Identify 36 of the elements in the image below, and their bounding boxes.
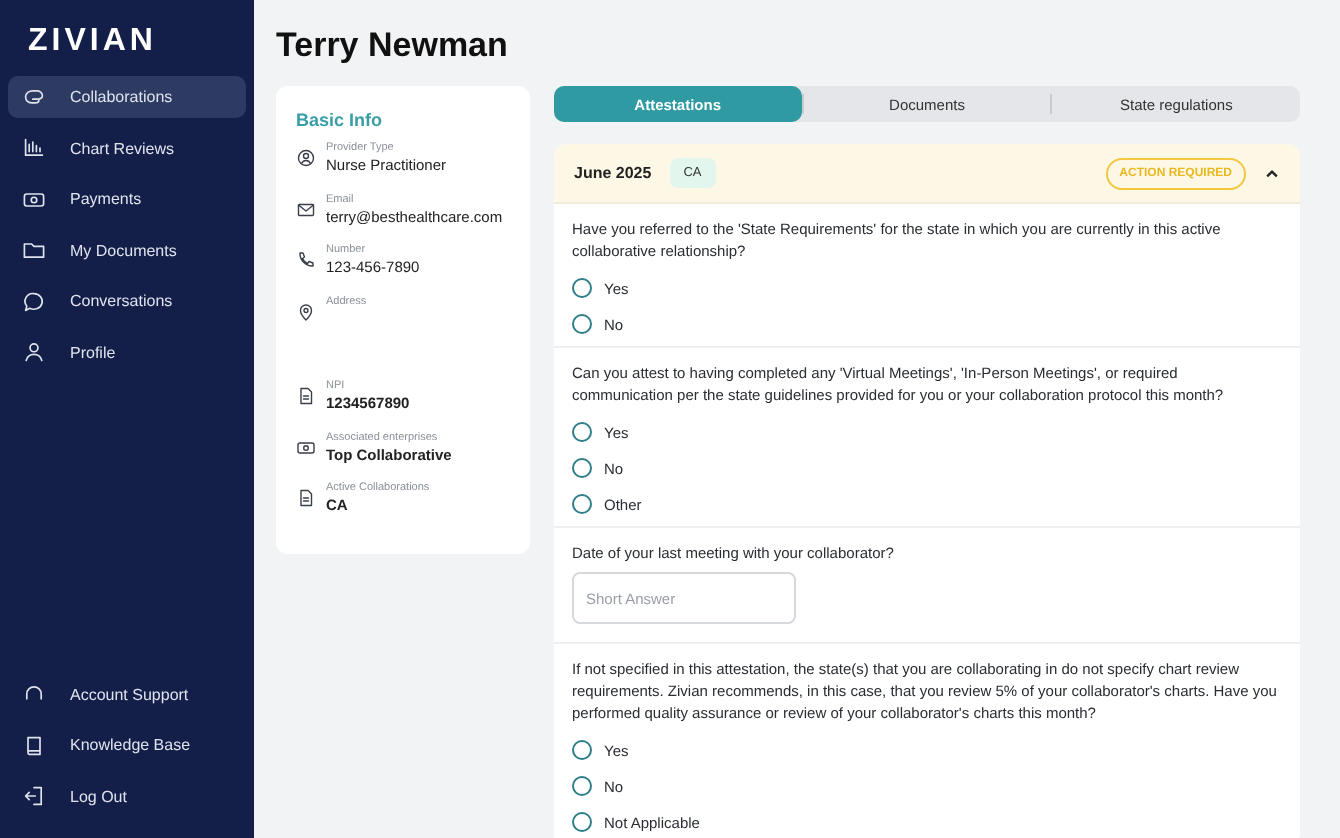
nav-item[interactable]: Account Support	[8, 673, 246, 715]
book-icon	[22, 733, 46, 757]
map-pin-icon	[296, 301, 316, 321]
nav-item[interactable]: My Documents	[8, 229, 246, 271]
radio-button[interactable]	[572, 494, 592, 514]
nav-item[interactable]: Collaborations	[8, 76, 246, 118]
banknote-icon	[22, 187, 46, 211]
document-icon	[296, 386, 316, 406]
logo: ZIVIAN	[26, 24, 157, 60]
person-circle-icon	[296, 148, 316, 168]
card-title: Basic Info	[296, 110, 385, 130]
page-title: Terry Newman	[276, 26, 508, 66]
nav-item[interactable]: Knowledge Base	[8, 724, 246, 766]
month-label: June 2025	[574, 164, 652, 182]
person-icon	[22, 340, 46, 364]
speech-bubble-icon	[22, 289, 46, 313]
radio-button[interactable]	[572, 422, 592, 442]
chevron-up-icon[interactable]	[1264, 165, 1280, 181]
log-out-icon	[22, 784, 46, 808]
nav-item[interactable]: Payments	[8, 178, 246, 220]
nav-item[interactable]: Profile	[8, 331, 246, 373]
nav-item[interactable]: Conversations	[8, 280, 246, 322]
radio-button[interactable]	[572, 314, 592, 334]
folder-icon	[22, 238, 46, 262]
document-icon	[296, 488, 316, 508]
radio-button[interactable]	[572, 812, 592, 832]
nav-item[interactable]: Chart Reviews	[8, 127, 246, 169]
radio-button[interactable]	[572, 740, 592, 760]
banknote-icon	[296, 437, 316, 457]
radio-button[interactable]	[572, 458, 592, 478]
nav-item[interactable]: Log Out	[8, 775, 246, 817]
phone-icon	[296, 250, 316, 270]
bar-chart-icon	[22, 136, 46, 160]
envelope-icon	[296, 199, 316, 219]
radio-button[interactable]	[572, 278, 592, 298]
radio-button[interactable]	[572, 776, 592, 796]
